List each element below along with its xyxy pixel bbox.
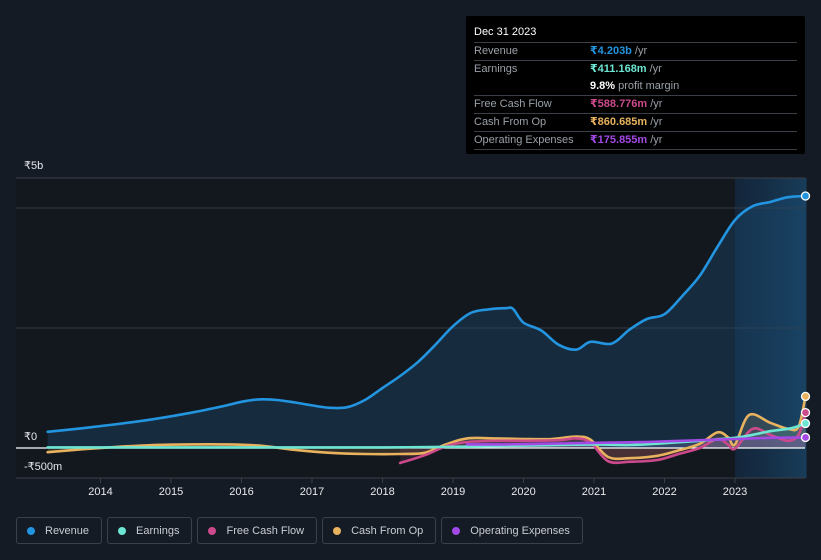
x-tick-label: 2015 [159, 486, 183, 498]
tooltip-row-cash-from-op: Cash From Op ₹860.685m /yr [474, 114, 797, 132]
legend-item-earnings[interactable]: Earnings [107, 517, 193, 544]
tooltip-row-free-cash-flow: Free Cash Flow ₹588.776m /yr [474, 96, 797, 114]
legend-item-cash-from-op[interactable]: Cash From Op [322, 517, 437, 544]
tooltip-value: ₹4.203b [590, 45, 632, 57]
x-tick-label: 2020 [511, 486, 535, 498]
x-tick-label: 2017 [300, 486, 324, 498]
legend-dot-icon [27, 526, 35, 535]
tooltip-unit: /yr [650, 116, 663, 128]
tooltip-value: ₹411.168m [590, 63, 647, 75]
chart-legend: Revenue Earnings Free Cash Flow Cash Fro… [16, 517, 583, 544]
y-tick-label-bottom: -₹500m [24, 461, 63, 473]
tooltip-row-operating-expenses: Operating Expenses ₹175.855m /yr [474, 132, 797, 150]
tooltip-label: Earnings [474, 63, 518, 75]
tooltip-unit: /yr [649, 63, 662, 75]
x-tick-label: 2021 [582, 486, 606, 498]
x-tick-label: 2014 [88, 486, 112, 498]
tooltip-row-profit-margin: 9.8% profit margin [474, 78, 797, 96]
legend-dot-icon [452, 526, 461, 535]
tooltip-value: 9.8% [590, 80, 616, 92]
legend-label: Earnings [136, 524, 180, 537]
x-tick-label: 2018 [370, 486, 394, 498]
legend-item-free-cash-flow[interactable]: Free Cash Flow [197, 517, 318, 544]
legend-dot-icon [118, 526, 127, 535]
tooltip-value: ₹588.776m [590, 98, 648, 110]
tooltip-unit: /yr [650, 134, 663, 146]
tooltip-label: Operating Expenses [474, 134, 574, 146]
legend-label: Cash From Op [351, 524, 424, 537]
y-tick-label-zero: ₹0 [24, 431, 38, 443]
tooltip-row-earnings: Earnings ₹411.168m /yr [474, 61, 797, 78]
legend-dot-icon [208, 526, 217, 535]
tooltip-label: Cash From Op [474, 116, 547, 128]
tooltip-row-revenue: Revenue ₹4.203b /yr [474, 43, 797, 61]
tooltip-unit: /yr [650, 98, 663, 110]
y-tick-label-top: ₹5b [24, 160, 44, 172]
data-tooltip: Dec 31 2023 Revenue ₹4.203b /yr Earnings… [466, 16, 805, 154]
tooltip-label: Free Cash Flow [474, 98, 552, 110]
series-endpoint-free-cash-flow[interactable] [800, 407, 811, 418]
tooltip-unit: profit margin [618, 80, 680, 92]
legend-label: Free Cash Flow [226, 524, 305, 537]
tooltip-value: ₹175.855m [590, 134, 648, 146]
legend-item-revenue[interactable]: Revenue [16, 517, 103, 544]
legend-item-operating-expenses[interactable]: Operating Expenses [441, 517, 583, 544]
tooltip-label [474, 78, 590, 95]
tooltip-unit: /yr [634, 45, 648, 57]
tooltip-value: ₹860.685m [590, 116, 648, 128]
x-tick-label: 2016 [229, 486, 253, 498]
x-tick-label: 2022 [652, 486, 676, 498]
legend-label: Operating Expenses [470, 524, 570, 537]
legend-label: Revenue [45, 524, 90, 537]
series-endpoint-cash-from-op[interactable] [800, 391, 811, 402]
legend-dot-icon [333, 526, 342, 535]
series-endpoint-operating-expenses[interactable] [800, 432, 811, 443]
x-tick-label: 2019 [441, 486, 465, 498]
x-tick-label: 2023 [723, 486, 747, 498]
tooltip-label: Revenue [474, 45, 519, 57]
series-endpoint-earnings[interactable] [800, 418, 811, 429]
series-endpoint-revenue[interactable] [800, 191, 811, 201]
tooltip-date: Dec 31 2023 [474, 24, 797, 43]
